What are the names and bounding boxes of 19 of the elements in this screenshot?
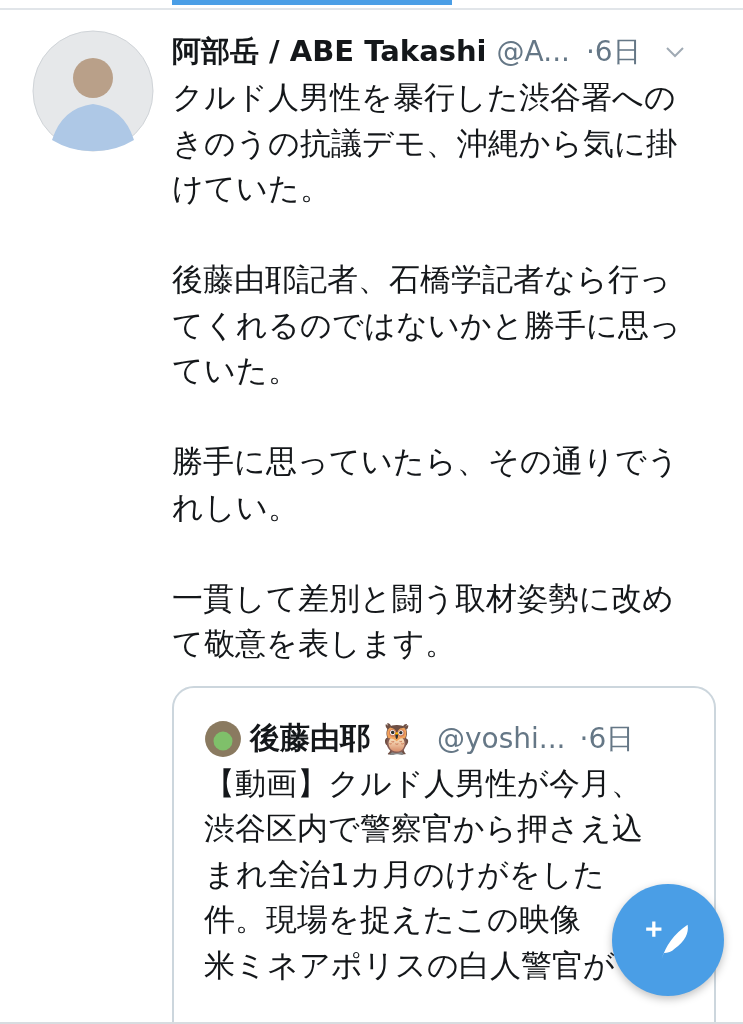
quoted-tweet-text-line: 渋谷区内で警察官から押さえ込: [204, 809, 643, 848]
quoted-author-handle: @yoshi...: [437, 722, 566, 755]
author-handle: @A...: [496, 35, 570, 68]
quoted-tweet-text-line: まれ全治1カ月のけがをした: [204, 854, 605, 894]
tweet-paragraph: 一貫して差別と闘う取材姿勢に改めて敬意を表します。: [172, 578, 675, 663]
quoted-author-name: 後藤由耶: [250, 719, 370, 757]
author-name[interactable]: 阿部岳 / ABE Takashi: [172, 31, 487, 72]
quoted-tweet-text-line: 【動画】クルド人男性が今月、: [204, 763, 642, 803]
compose-tweet-button[interactable]: [612, 884, 724, 996]
tweet-paragraph: 後藤由耶記者、石橋学記者なら行ってくれるのではないかと勝手に思っていた。: [172, 260, 682, 390]
tweet-paragraph: 勝手に思っていたら、その通りでうれしい。: [172, 442, 680, 527]
quoted-tweet-text-line: 件。現場を捉えたこの映像: [204, 900, 581, 939]
tweet-time: ·6日: [585, 33, 641, 70]
quoted-tweet-text-line: 米ミネアポリスの白人警官が: [204, 945, 615, 985]
chevron-down-icon[interactable]: [664, 45, 685, 58]
owl-emoji: 🦉: [378, 721, 415, 756]
tweet-paragraph: クルド人男性を暴行した渋谷署へのきのうの抗議デモ、沖縄から気に掛けていた。: [172, 78, 678, 208]
quoted-tweet-time: ·6日: [579, 720, 635, 757]
avatar-icon: [204, 719, 242, 758]
